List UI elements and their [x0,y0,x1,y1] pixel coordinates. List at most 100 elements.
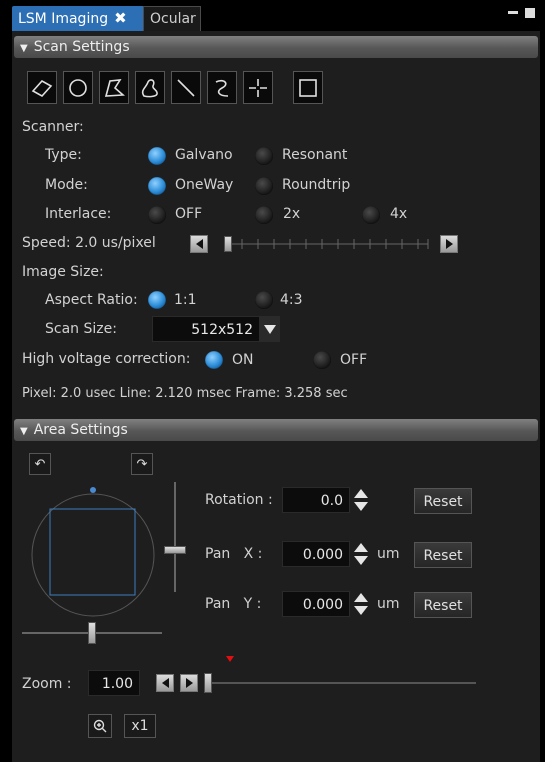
timing-readout: Pixel: 2.0 usec Line: 2.120 msec Frame: … [22,386,348,401]
pan-x-unit: um [377,546,400,562]
scan-settings-header[interactable]: ▼ Scan Settings [14,36,538,58]
pan-y-field[interactable]: 0.000 [282,591,350,617]
zoom-x1-button[interactable]: x1 [124,714,156,738]
interlace-4x-label: 4x [390,206,408,222]
type-resonant-label: Resonant [282,147,348,163]
rotate-right-icon[interactable]: ↷ [131,453,153,475]
minimize-icon[interactable] [508,11,518,14]
rotation-label: Rotation : [205,492,273,508]
zoom-slider-thumb[interactable] [204,673,212,693]
curve-line-icon[interactable] [207,71,237,104]
pan-y-slider-thumb[interactable] [164,546,186,554]
rotation-reset-button[interactable]: Reset [414,488,472,514]
area-settings-header[interactable]: ▼ Area Settings [14,419,538,441]
mode-roundtrip-label: Roundtrip [282,177,351,193]
interlace-off-label: OFF [175,206,203,222]
pan-x-reset-button[interactable]: Reset [414,542,472,568]
speed-value: 2.0 us/pixel [75,235,156,251]
maximize-icon[interactable] [525,8,535,18]
polygon-shape-icon[interactable] [99,71,129,104]
zoom-slider-track [204,682,476,684]
interlace-2x-label: 2x [283,206,301,222]
arrow-left-icon [161,678,169,688]
pan-y-reset-button[interactable]: Reset [414,592,472,618]
speed-increase-button[interactable] [440,235,458,253]
scan-area-diagram[interactable] [22,480,192,640]
zoom-decrease-button[interactable] [156,674,174,692]
tab-ocular[interactable]: Ocular [143,6,201,31]
hv-off-radio[interactable] [313,351,331,369]
section-title: Scan Settings [33,39,130,55]
scan-size-select[interactable]: 512x512 [152,316,260,342]
aspect-4-3-label: 4:3 [280,292,303,308]
interlace-4x-radio[interactable] [362,206,380,224]
speed-decrease-button[interactable] [190,235,208,253]
arrow-right-icon [185,678,193,688]
speed-slider[interactable] [222,236,432,252]
pan-y-label: Pan Y : [205,596,262,612]
arrow-up-icon[interactable] [354,593,368,602]
tab-lsm-imaging[interactable]: LSM Imaging ✖ [12,6,143,31]
type-galvano-radio[interactable] [148,147,166,165]
collapse-arrow-icon: ▼ [20,43,28,54]
interlace-2x-radio[interactable] [255,206,273,224]
arrow-left-icon [195,239,203,249]
chevron-down-icon[interactable] [260,316,280,342]
pan-y-unit: um [377,596,400,612]
arrow-down-icon[interactable] [354,556,368,565]
pan-y-stepper[interactable] [352,591,370,617]
zoom-field[interactable]: 1.00 [88,670,140,696]
type-resonant-radio[interactable] [255,147,273,165]
tab-label: LSM Imaging [18,11,109,27]
mode-oneway-radio[interactable] [148,177,166,195]
interlace-off-radio[interactable] [148,206,166,224]
line-icon[interactable] [171,71,201,104]
mode-oneway-label: OneWay [175,177,234,193]
image-size-label: Image Size: [22,264,104,280]
arrow-down-icon[interactable] [354,502,368,511]
speed-label-text: Speed: [22,235,71,251]
zoom-increase-button[interactable] [180,674,198,692]
scanner-label: Scanner: [22,119,84,135]
hv-on-radio[interactable] [205,351,223,369]
pan-y-slider-track[interactable] [174,482,176,592]
aspect-ratio-label: Aspect Ratio: [45,292,138,308]
rotation-field[interactable]: 0.0 [282,487,350,513]
rectangle-icon[interactable] [293,71,323,104]
rotate-left-icon[interactable]: ↶ [29,453,51,475]
arrow-up-icon[interactable] [354,489,368,498]
hv-on-label: ON [232,352,254,368]
hv-off-label: OFF [340,352,368,368]
arrow-right-icon [445,239,453,249]
aspect-1-1-radio[interactable] [148,291,166,309]
interlace-label: Interlace: [45,206,112,222]
diamond-shape-icon[interactable] [27,71,57,104]
pan-x-label: Pan X : [205,546,263,562]
close-icon[interactable]: ✖ [114,9,127,27]
crosshair-icon[interactable] [243,71,273,104]
scan-area-rectangle[interactable] [49,508,136,596]
zoom-in-icon[interactable] [88,714,112,738]
rotation-stepper[interactable] [352,487,370,513]
type-galvano-label: Galvano [175,147,233,163]
pan-x-slider-thumb[interactable] [88,622,96,644]
zoom-marker-icon [226,656,234,662]
type-label: Type: [45,147,82,163]
pan-x-stepper[interactable] [352,541,370,567]
arrow-down-icon[interactable] [354,606,368,615]
freehand-shape-icon[interactable] [135,71,165,104]
speed-label: Speed: 2.0 us/pixel [22,235,156,251]
mode-label: Mode: [45,177,88,193]
arrow-up-icon[interactable] [354,543,368,552]
circle-shape-icon[interactable] [63,71,93,104]
zoom-slider[interactable] [204,673,476,693]
tab-label: Ocular [150,11,196,27]
aspect-4-3-radio[interactable] [255,291,273,309]
section-title: Area Settings [33,422,128,438]
speed-slider-thumb[interactable] [224,236,232,252]
rotation-handle[interactable] [90,487,96,493]
pan-x-field[interactable]: 0.000 [282,541,350,567]
aspect-1-1-label: 1:1 [174,292,197,308]
slider-track [226,239,429,249]
mode-roundtrip-radio[interactable] [255,177,273,195]
